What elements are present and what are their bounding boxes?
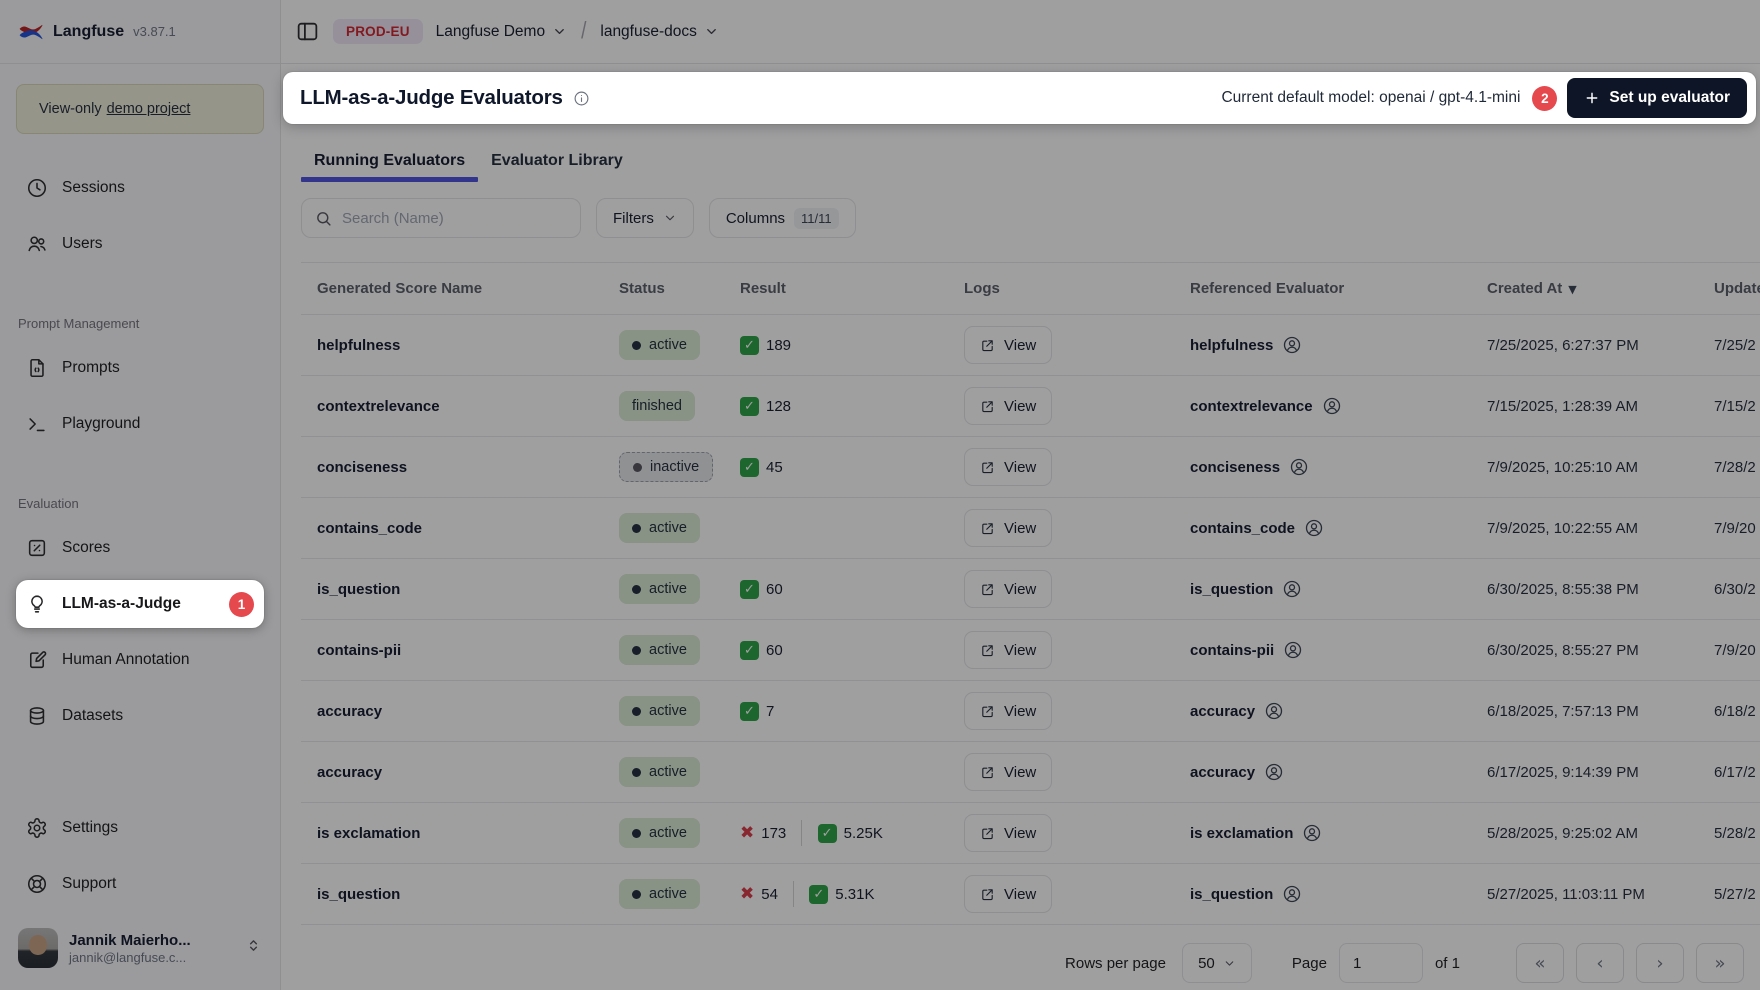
default-model-text: Current default model: openai / gpt-4.1-… <box>1221 89 1520 107</box>
plus-icon <box>1584 90 1600 106</box>
sidebar-item-llm-as-a-judge[interactable]: LLM-as-a-Judge 1 <box>16 580 264 628</box>
info-icon[interactable] <box>573 90 590 107</box>
annotation-badge-1: 1 <box>229 592 254 617</box>
annotation-badge-2: 2 <box>1532 86 1557 111</box>
page-header: LLM-as-a-Judge Evaluators Current defaul… <box>283 72 1756 124</box>
page-title: LLM-as-a-Judge Evaluators <box>300 86 563 110</box>
set-up-evaluator-button[interactable]: Set up evaluator <box>1567 78 1747 118</box>
spotlight-overlay <box>0 0 1760 990</box>
sidebar-item-label: LLM-as-a-Judge <box>62 595 181 613</box>
app-window: Langfuse v3.87.1 View-only demo project … <box>0 0 1760 990</box>
lightbulb-icon <box>26 593 48 615</box>
